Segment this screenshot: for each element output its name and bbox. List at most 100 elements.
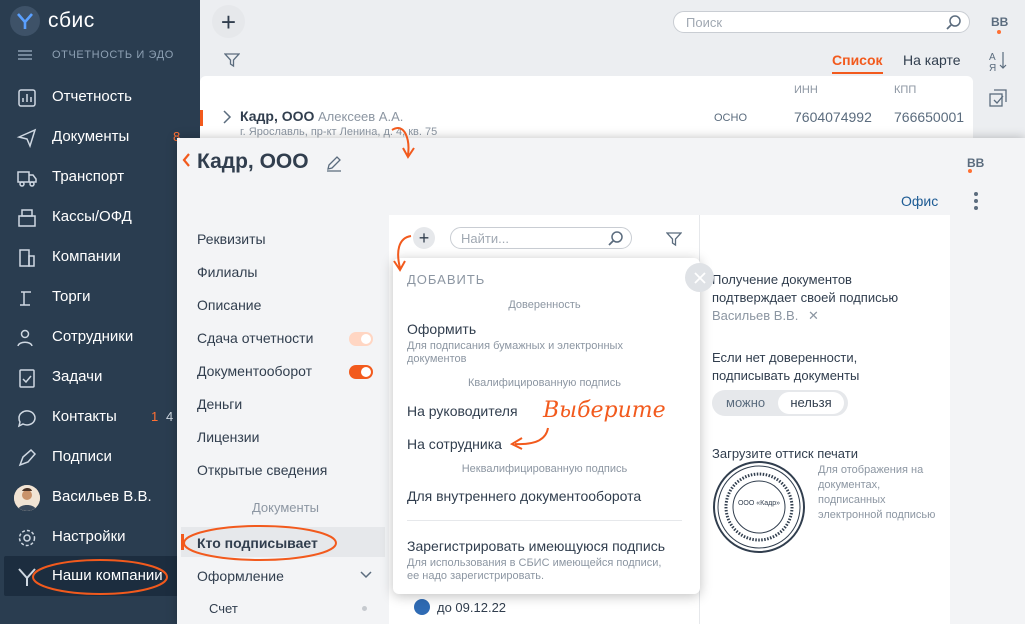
sidebar-item-label: Торги (52, 288, 91, 305)
stamp-description: Для отображения на документах, подписанн… (818, 464, 936, 521)
section-switcher[interactable]: ОТЧЕТНОСТЬ И ЭДО (18, 49, 174, 61)
sidebar-item-employees[interactable]: Сотрудники (0, 317, 200, 357)
contacts-count-badge-2: 4 (166, 409, 174, 424)
sidebar-item-settings[interactable]: Настройки (0, 517, 200, 557)
back-icon[interactable] (181, 152, 191, 168)
menu-item-licenses[interactable]: Лицензии (197, 429, 259, 445)
tab-list[interactable]: Список (832, 52, 883, 74)
annotation-hint: Выберите (543, 398, 666, 423)
filter-icon[interactable] (666, 231, 682, 247)
sidebar-item-contacts[interactable]: Контакты 1 4 (0, 397, 200, 437)
sidebar-item-companies[interactable]: Компании (0, 237, 200, 277)
user-initials[interactable]: ВВ (991, 15, 1008, 29)
stamp-center-text: ООО «Кадр» (737, 500, 780, 507)
search-input[interactable]: Поиск (673, 11, 970, 33)
option-forbidden[interactable]: нельзя (778, 392, 844, 414)
sidebar-item-label: Задачи (52, 368, 103, 385)
people-icon (17, 329, 33, 347)
remove-icon[interactable]: ✕ (808, 308, 819, 323)
menu-item-signers-label: Кто подписывает (197, 535, 318, 551)
menu-item-reporting[interactable]: Сдача отчетности (197, 330, 313, 346)
cashbox-icon (18, 209, 36, 227)
menu-item-formatting[interactable]: Оформление (197, 568, 284, 584)
chevron-down-icon[interactable] (359, 570, 373, 580)
row-marker (200, 110, 203, 126)
sidebar-item-label: Транспорт (52, 168, 125, 185)
validity-date: до 09.12.22 (437, 600, 507, 615)
chat-icon (17, 410, 36, 428)
menu-item-money[interactable]: Деньги (197, 396, 242, 412)
sidebar-item-documents[interactable]: Документы 8 (0, 117, 200, 157)
sidebar-item-label: Компании (52, 248, 121, 265)
sidebar-item-profile[interactable]: Васильев В.В. (0, 477, 200, 517)
permission-switch[interactable]: можно нельзя (712, 390, 848, 416)
user-initials[interactable]: ВВ (967, 156, 984, 170)
chart-icon (18, 89, 36, 107)
reporting-toggle[interactable] (349, 332, 373, 346)
receipt-text: Получение документов подтверждает своей … (712, 272, 899, 305)
group-qualified: Квалифицированную подпись (407, 377, 682, 389)
sidebar: сбис ОТЧЕТНОСТЬ И ЭДО Отчетность Докумен… (0, 0, 200, 624)
sort-icon[interactable]: АЯ (988, 50, 1008, 72)
sidebar-item-cashbox[interactable]: Кассы/ОФД (0, 197, 200, 237)
tab-map[interactable]: На карте (903, 52, 961, 68)
tasks-icon (19, 369, 35, 388)
gavel-icon (20, 291, 31, 306)
search-icon[interactable] (607, 230, 625, 248)
menu-item-internal-flow[interactable]: Для внутреннего документооборота (407, 488, 641, 504)
fns-emblem-icon (414, 599, 430, 615)
divider (407, 520, 682, 521)
column-kpp: КПП (894, 84, 917, 96)
logo-icon (10, 6, 40, 36)
sidebar-item-tasks[interactable]: Задачи (0, 357, 200, 397)
company-inn: 7604074992 (794, 109, 872, 125)
menu-item-description[interactable]: Описание (197, 297, 261, 313)
menu-item-details[interactable]: Реквизиты (197, 231, 266, 247)
search-icon[interactable] (945, 14, 963, 32)
logo-icon (18, 568, 36, 586)
sidebar-item-label: Васильев В.В. (52, 488, 152, 505)
menu-item-head[interactable]: На руководителя (407, 403, 518, 419)
menu-item-branches[interactable]: Филиалы (197, 264, 257, 280)
signers-search-input[interactable]: Найти... (450, 227, 632, 249)
edit-icon[interactable] (325, 154, 343, 172)
menu-item-invoice[interactable]: Счет (209, 601, 238, 616)
stamp-image[interactable]: ООО «Кадр» (712, 460, 806, 554)
filter-icon[interactable] (224, 52, 240, 68)
sidebar-item-label: Отчетность (52, 88, 132, 105)
chevron-right-icon[interactable] (222, 110, 232, 124)
more-menu-icon[interactable] (974, 192, 978, 210)
notification-dot (997, 30, 1001, 34)
contacts-count-badge: 1 (151, 409, 159, 424)
dropdown-title: ДОБАВИТЬ (407, 272, 486, 287)
sidebar-item-reports[interactable]: Отчетность (0, 77, 200, 117)
add-signer-button[interactable]: + (413, 227, 435, 249)
office-link[interactable]: Офис (901, 193, 938, 209)
sidebar-item-tenders[interactable]: Торги (0, 277, 200, 317)
multiselect-icon[interactable] (988, 88, 1008, 108)
svg-text:Я: Я (989, 63, 996, 72)
menu-item-open-data[interactable]: Открытые сведения (197, 462, 327, 478)
company-name[interactable]: Кадр, ООО (240, 108, 314, 124)
add-button[interactable]: + (212, 5, 245, 38)
companies-list: ИНН КПП Кадр, ООО Алексеев А.А. г. Яросл… (200, 76, 973, 146)
menu-item-issue-poa[interactable]: Оформить (407, 321, 476, 337)
close-button[interactable] (685, 263, 714, 292)
register-signature-hint: Для использования в СБИС имеющейся подпи… (407, 557, 662, 582)
pen-icon (18, 448, 37, 467)
status-dot (362, 606, 367, 611)
sidebar-item-label: Кассы/ОФД (52, 208, 132, 225)
document-flow-toggle[interactable] (349, 365, 373, 379)
section-name: ОТЧЕТНОСТЬ И ЭДО (52, 49, 174, 61)
menu-item-register-signature[interactable]: Зарегистрировать имеющуюся подпись (407, 538, 665, 554)
search-placeholder: Найти... (461, 231, 509, 246)
sidebar-item-our-companies[interactable]: Наши компании (4, 556, 178, 596)
section-title-documents: Документы (251, 500, 319, 515)
sidebar-item-transport[interactable]: Транспорт (0, 157, 200, 197)
card-title: Кадр, ООО (197, 150, 309, 173)
menu-item-employee[interactable]: На сотрудника (407, 436, 502, 452)
app-logo[interactable]: сбис (10, 6, 95, 36)
menu-item-document-flow[interactable]: Документооборот (197, 363, 312, 379)
sidebar-item-signatures[interactable]: Подписи (0, 437, 200, 477)
option-allowed[interactable]: можно (726, 395, 765, 410)
